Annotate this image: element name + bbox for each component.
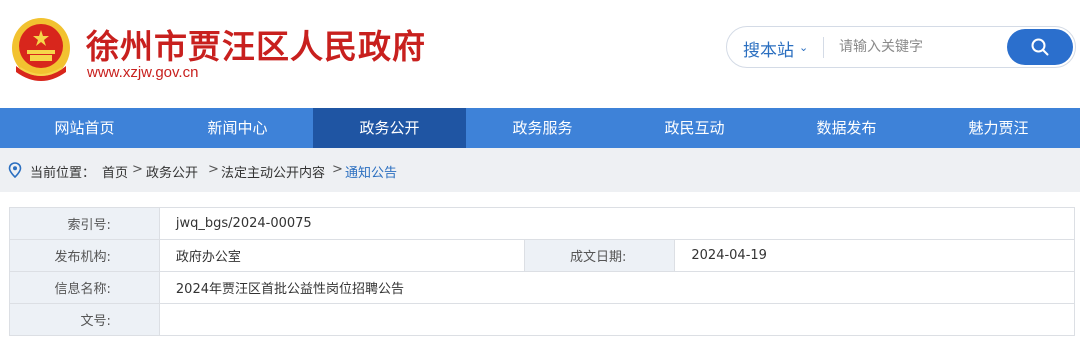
search-divider (823, 37, 824, 58)
breadcrumb-prefix: 当前位置： (30, 166, 96, 181)
search-button[interactable] (1007, 29, 1073, 65)
breadcrumb: 当前位置： 首页 > 政务公开 > 法定主动公开内容 > 通知公告 (0, 148, 1080, 192)
nav-item-interaction[interactable]: 政民互动 (618, 108, 771, 148)
date-label: 成文日期: (524, 239, 676, 272)
table-row: 信息名称: 2024年贾汪区首批公益性岗位招聘公告 (9, 271, 1076, 304)
site-url[interactable]: www.xzjw.gov.cn (87, 64, 198, 81)
chevron-down-icon[interactable]: ⌄ (799, 41, 808, 54)
table-row: 发布机构: 政府办公室 成文日期: 2024-04-19 (9, 239, 1075, 272)
breadcrumb-item-home[interactable]: 首页 (102, 162, 128, 181)
site-header: 徐州市贾汪区人民政府 www.xzjw.gov.cn 搜本站 ⌄ (0, 0, 1080, 108)
date-value: 2024-04-19 (674, 239, 1075, 272)
national-emblem-icon[interactable] (10, 16, 72, 82)
doc-number-label: 文号: (9, 303, 160, 336)
nav-item-news[interactable]: 新闻中心 (161, 108, 314, 148)
breadcrumb-separator: > (332, 162, 343, 177)
nav-item-gov-services[interactable]: 政务服务 (466, 108, 619, 148)
breadcrumb-item-notices[interactable]: 通知公告 (345, 162, 397, 181)
publisher-label: 发布机构: (9, 239, 160, 272)
nav-item-home[interactable]: 网站首页 (8, 108, 161, 148)
nav-item-gov-affairs-open[interactable]: 政务公开 (313, 108, 466, 148)
search-input[interactable] (839, 33, 999, 61)
publisher-value: 政府办公室 (158, 239, 526, 272)
doc-number-value (158, 303, 1076, 336)
breadcrumb-separator: > (132, 162, 143, 177)
search-box: 搜本站 ⌄ (726, 26, 1076, 68)
breadcrumb-separator: > (208, 162, 219, 177)
breadcrumb-item-gov-affairs-open[interactable]: 政务公开 (146, 162, 198, 181)
index-value: jwq_bgs/2024-00075 (158, 207, 1076, 240)
search-scope-dropdown[interactable]: 搜本站 (743, 36, 794, 61)
info-name-value: 2024年贾汪区首批公益性岗位招聘公告 (158, 271, 1076, 304)
nav-item-charm-jiawang[interactable]: 魅力贾汪 (922, 108, 1075, 148)
breadcrumb-item-statutory-content[interactable]: 法定主动公开内容 (221, 162, 325, 181)
location-pin-icon (8, 162, 22, 178)
table-row: 索引号: jwq_bgs/2024-00075 (9, 207, 1076, 240)
main-nav: 网站首页 新闻中心 政务公开 政务服务 政民互动 数据发布 魅力贾汪 (0, 108, 1080, 148)
table-row: 文号: (9, 303, 1076, 336)
site-title[interactable]: 徐州市贾汪区人民政府 (86, 20, 426, 68)
info-name-label: 信息名称: (9, 271, 160, 304)
document-info-table: 索引号: jwq_bgs/2024-00075 发布机构: 政府办公室 成文日期… (9, 207, 1076, 336)
index-label: 索引号: (9, 207, 160, 240)
nav-item-data-release[interactable]: 数据发布 (770, 108, 923, 148)
search-icon (1031, 38, 1049, 56)
